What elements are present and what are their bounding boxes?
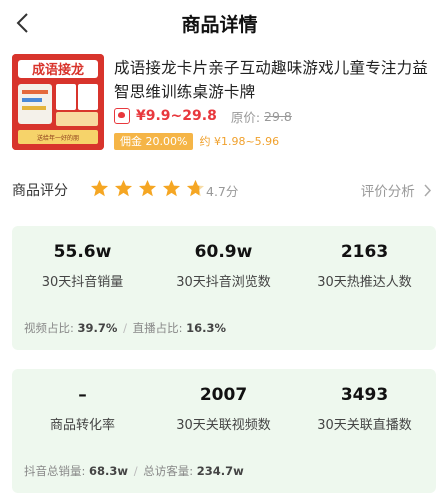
stat-item: 2007 30天关联视频数 (153, 385, 294, 433)
stat-label: 商品转化率 (49, 418, 115, 433)
commission-badge: 佣金 20.00% (114, 132, 194, 150)
review-analysis-link[interactable]: 评价分析 (361, 180, 432, 200)
card-footer: 视频占比: 39.7% / 直播占比: 16.3% (24, 320, 226, 336)
stat-value: 60.9w (194, 242, 253, 262)
price: ¥9.9~29.8 (136, 108, 217, 124)
total-sales-label: 抖音总销量: (24, 464, 86, 478)
stat-value: 2007 (199, 385, 248, 405)
star-icon (114, 179, 133, 197)
price-row: ¥9.9~29.8 原价: 29.8 (114, 106, 292, 126)
commission-row: 佣金 20.00% 约 ¥1.98~5.96 (114, 132, 279, 150)
stat-label: 30天抖音浏览数 (176, 275, 271, 290)
rating-row: 商品评分 4.7分 评价分析 (12, 178, 432, 202)
stat-value: – (78, 385, 87, 405)
stat-label: 30天热推达人数 (317, 275, 412, 290)
total-visitors-label: 总访客量: (143, 464, 194, 478)
rating-label: 商品评分 (12, 183, 68, 199)
star-icon (90, 179, 109, 197)
stat-item: 60.9w 30天抖音浏览数 (153, 242, 294, 290)
live-share-label: 直播占比: (132, 321, 183, 335)
thumb-title: 成语接龙 (32, 62, 84, 78)
stat-label: 30天抖音销量 (41, 275, 124, 290)
stat-label: 30天关联直播数 (317, 418, 412, 433)
product-image: 成语接龙 送给年一好的朋 (12, 54, 104, 150)
original-price: 29.8 (264, 108, 292, 124)
card-footer: 抖音总销量: 68.3w / 总访客量: 234.7w (24, 463, 244, 479)
original-price-label: 原价: (230, 109, 261, 125)
stat-item: 3493 30天关联直播数 (294, 385, 435, 433)
stat-value: 55.6w (53, 242, 112, 262)
commission-range: 约 ¥1.98~5.96 (199, 135, 280, 148)
stat-item: 55.6w 30天抖音销量 (12, 242, 153, 290)
top-bar: 商品详情 (0, 0, 439, 46)
chevron-right-icon (424, 184, 432, 197)
video-share-label: 视频占比: (24, 321, 74, 335)
stat-label: 30天关联视频数 (176, 418, 271, 433)
total-visitors-value: 234.7w (196, 464, 244, 478)
product-title[interactable]: 成语接龙卡片亲子互动趣味游戏儿童专注力益智思维训练桌游卡牌 (114, 56, 436, 104)
stat-item: 2163 30天热推达人数 (294, 242, 435, 290)
shop-icon (114, 108, 130, 124)
divider: / (123, 321, 127, 335)
star-icon (162, 179, 181, 197)
rating-stars (90, 179, 210, 198)
rating-score: 4.7分 (206, 184, 239, 199)
product-summary[interactable]: 成语接龙 送给年一好的朋 成语接龙卡片亲子互动趣味游戏儿童专注力益智思维训练桌游… (12, 54, 432, 154)
sales-stats-card: 55.6w 30天抖音销量 60.9w 30天抖音浏览数 2163 30天热推达… (12, 226, 436, 350)
total-sales-value: 68.3w (89, 464, 129, 478)
star-icon (138, 179, 157, 197)
divider: / (133, 464, 138, 478)
live-share-value: 16.3% (186, 321, 227, 335)
thumb-subtitle: 送给年一好的朋 (37, 134, 79, 142)
star-half-icon (186, 179, 205, 197)
stat-item: – 商品转化率 (12, 385, 153, 433)
page-title: 商品详情 (181, 14, 258, 36)
stat-value: 2163 (340, 242, 389, 262)
video-share-value: 39.7% (77, 321, 118, 335)
product-thumbnail[interactable]: 成语接龙 送给年一好的朋 (12, 54, 104, 150)
review-analysis-label: 评价分析 (360, 184, 415, 200)
conversion-stats-card: – 商品转化率 2007 30天关联视频数 3493 30天关联直播数 抖音总销… (12, 369, 436, 493)
stat-value: 3493 (340, 385, 389, 405)
